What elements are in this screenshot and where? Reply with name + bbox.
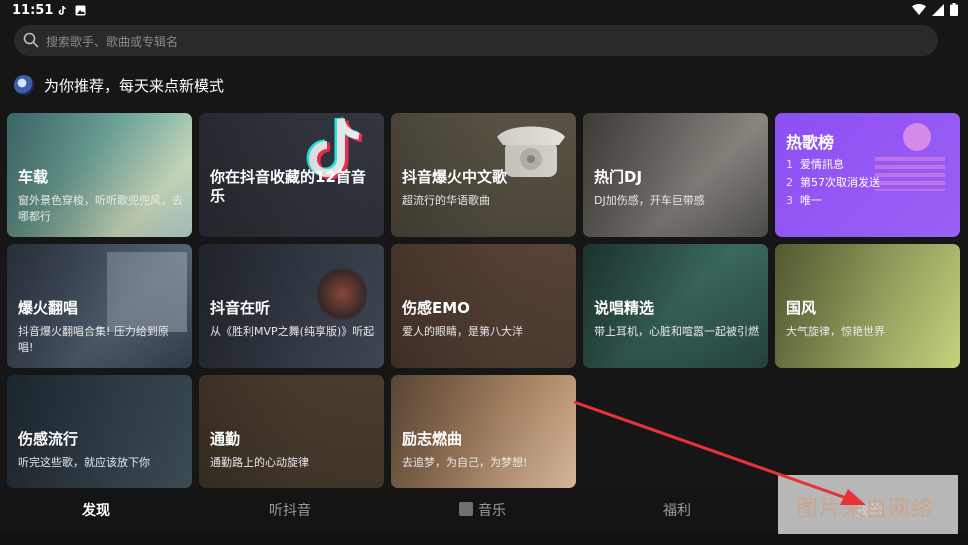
playlist-card-rap[interactable]: 说唱精选 带上耳机，心脏和喧嚣一起被引燃 (583, 244, 768, 368)
card-desc: 窗外景色穿梭，听听歌兜兜风，去哪都行 (18, 194, 183, 223)
tab-listen-tiktok[interactable]: 听抖音 (269, 500, 311, 520)
playlist-card-commute[interactable]: 通勤 通勤路上的心动旋律 (199, 375, 384, 488)
section-title: 为你推荐，每天来点新模式 (44, 76, 225, 95)
card-title: 车载 (18, 168, 49, 186)
card-title: 抖音爆火中文歌 (402, 168, 508, 186)
tab-music[interactable]: 音乐 (478, 500, 506, 520)
card-desc: 抖音爆火翻唱合集! 压力给到原唱! (18, 325, 169, 354)
photo-notification-icon (75, 5, 86, 16)
tab-discover[interactable]: 发现 (82, 500, 110, 520)
status-time: 11:51 (12, 3, 54, 18)
playlist-card-hot-dj[interactable]: 热门DJ DJ加伤感，开车巨带感 (583, 113, 768, 237)
playlist-card-cover-hits[interactable]: 爆火翻唱 抖音爆火翻唱合集! 压力给到原唱! (7, 244, 192, 368)
chart-list: 1 爱情訊息 2 第57次取消发送 3 唯一 (786, 156, 880, 210)
card-title: 说唱精选 (594, 299, 655, 317)
playlist-card-sad-emo[interactable]: 伤感EMO 爱人的眼睛，是第八大洋 (391, 244, 576, 368)
card-title: 伤感EMO (402, 299, 470, 317)
card-title: 热歌榜 (786, 133, 835, 152)
card-desc: 超流行的华语歌曲 (402, 194, 490, 207)
system-nav-bar (0, 533, 968, 545)
status-bar: 11:51 (0, 0, 968, 22)
card-title: 国风 (786, 299, 817, 317)
music-tab-icon (459, 502, 473, 516)
card-desc: 大气旋律，惊艳世界 (786, 325, 885, 338)
card-title: 伤感流行 (18, 430, 79, 448)
card-title: 通勤 (210, 430, 241, 448)
watermark: 图片来自网络 (778, 475, 958, 534)
search-icon (23, 32, 39, 48)
tab-rewards[interactable]: 福利 (663, 500, 691, 520)
card-desc: 从《胜利MVP之舞(纯享版)》听起 (210, 325, 375, 338)
playlist-card-motivation[interactable]: 励志燃曲 去追梦，为自己，为梦想! (391, 375, 576, 488)
card-desc: 通勤路上的心动旋律 (210, 456, 309, 469)
recommend-avatar (14, 75, 34, 95)
playlist-card-hot-chart[interactable]: 热歌榜 1 爱情訊息 2 第57次取消发送 3 唯一 (775, 113, 960, 237)
search-placeholder: 搜索歌手、歌曲或专辑名 (46, 35, 179, 49)
card-desc: 带上耳机，心脏和喧嚣一起被引燃 (594, 325, 759, 338)
playlist-card-tiktok-listening[interactable]: 抖音在听 从《胜利MVP之舞(纯享版)》听起 (199, 244, 384, 368)
chart-item: 2 第57次取消发送 (786, 176, 880, 189)
card-title: 抖音在听 (210, 299, 271, 317)
watermark-text: 图片来自网络 (796, 497, 935, 522)
search-bar[interactable]: 搜索歌手、歌曲或专辑名 (14, 25, 938, 56)
wifi-icon (912, 3, 926, 15)
tiktok-notification-icon (58, 5, 66, 15)
card-title: 热门DJ (594, 168, 643, 186)
cellular-signal-icon (932, 3, 944, 16)
playlist-card-guofeng[interactable]: 国风 大气旋律，惊艳世界 (775, 244, 960, 368)
card-desc: 爱人的眼睛，是第八大洋 (402, 325, 523, 338)
card-title: 你在抖音收藏的12首音乐 (210, 168, 366, 205)
playlist-card-tiktok-favorites[interactable]: 你在抖音收藏的12首音乐 (199, 113, 384, 237)
battery-icon (950, 3, 958, 16)
playlist-card-hot-chinese[interactable]: 抖音爆火中文歌 超流行的华语歌曲 (391, 113, 576, 237)
playlist-card-car[interactable]: 车载 窗外景色穿梭，听听歌兜兜风，去哪都行 (7, 113, 192, 237)
card-title: 励志燃曲 (402, 430, 463, 448)
playlist-card-sad-pop[interactable]: 伤感流行 听完这些歌，就应该放下你 (7, 375, 192, 488)
chart-item: 1 爱情訊息 (786, 158, 844, 171)
chart-item: 3 唯一 (786, 194, 822, 207)
card-title: 爆火翻唱 (18, 299, 79, 317)
card-desc: DJ加伤感，开车巨带感 (594, 194, 705, 207)
card-desc: 听完这些歌，就应该放下你 (18, 456, 150, 469)
recommend-header: 为你推荐，每天来点新模式 (14, 74, 224, 96)
card-desc: 去追梦，为自己，为梦想! (402, 456, 528, 469)
